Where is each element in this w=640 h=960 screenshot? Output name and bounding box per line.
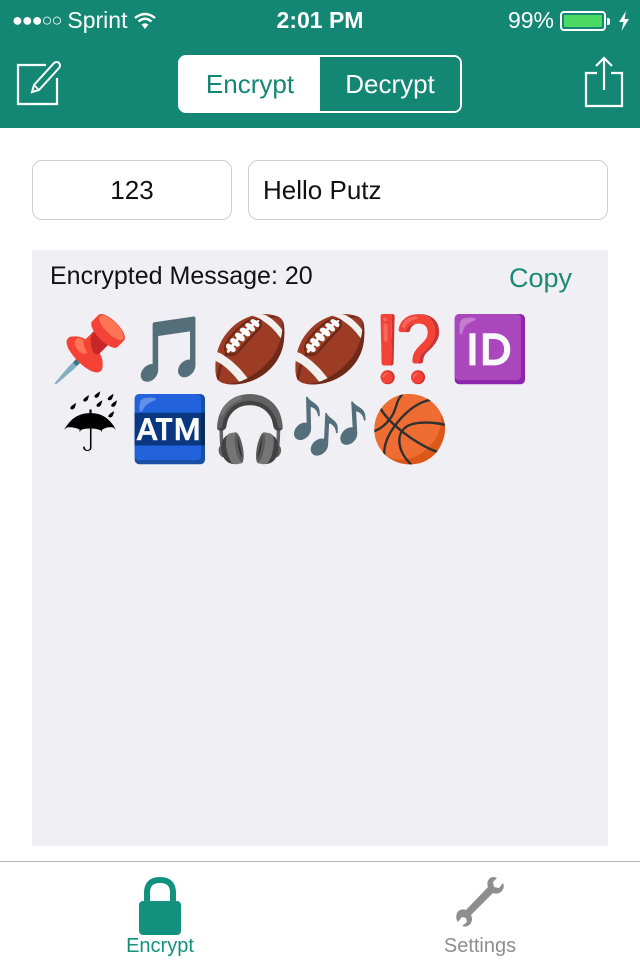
emoji-american-football: 🏈 bbox=[210, 313, 290, 387]
share-icon[interactable] bbox=[584, 56, 624, 108]
battery-icon bbox=[560, 10, 610, 31]
copy-button[interactable]: Copy bbox=[509, 263, 572, 294]
emoji-earphone: 🎧 bbox=[210, 393, 290, 467]
emoji-musical-notes: 🎶 bbox=[290, 393, 370, 467]
emoji-exclamation-question-mark: ⁉️ bbox=[370, 313, 450, 387]
message-input[interactable]: Hello Putz bbox=[248, 160, 608, 220]
status-right: 99% bbox=[508, 7, 630, 34]
tab-bar: Encrypt Settings bbox=[0, 861, 640, 960]
encrypted-message-label: Encrypted Message: 20 bbox=[50, 262, 313, 290]
navigation-bar: ●●●○○ Sprint 2:01 PM 99% Encrypt Decrypt bbox=[0, 0, 640, 128]
encrypted-output-panel: Encrypted Message: 20 Copy 📌 🎵 🏈 🏈 ⁉️ 🆔 ☔ 🏧 🎧 🎶 🏀 bbox=[32, 250, 608, 846]
status-bar: ●●●○○ Sprint 2:01 PM 99% bbox=[0, 0, 640, 40]
emoji-musical-note: 🎵 bbox=[130, 313, 210, 387]
emoji-pushpin: 📌 bbox=[50, 313, 130, 387]
wrench-icon bbox=[456, 877, 504, 927]
emoji-basketball: 🏀 bbox=[370, 393, 450, 467]
segment-decrypt[interactable]: Decrypt bbox=[320, 57, 460, 111]
emoji-american-football: 🏈 bbox=[290, 313, 370, 387]
emoji-list: 📌 🎵 🏈 🏈 ⁉️ 🆔 ☔ 🏧 🎧 🎶 🏀 bbox=[50, 310, 570, 470]
charging-bolt-icon bbox=[619, 10, 629, 31]
battery-fill bbox=[564, 14, 602, 27]
mode-segmented-control: Encrypt Decrypt bbox=[178, 55, 462, 113]
compose-icon[interactable] bbox=[16, 60, 62, 106]
tab-settings[interactable]: Settings bbox=[320, 862, 640, 960]
tab-encrypt[interactable]: Encrypt bbox=[0, 862, 320, 960]
key-input[interactable]: 123 bbox=[32, 160, 232, 220]
emoji-atm-sign: 🏧 bbox=[130, 393, 210, 467]
battery-percent: 99% bbox=[507, 7, 554, 33]
emoji-id-button: 🆔 bbox=[450, 313, 530, 387]
tab-encrypt-label: Encrypt bbox=[126, 935, 194, 957]
emoji-umbrella-with-rain: ☔ bbox=[61, 393, 119, 467]
tab-settings-label: Settings bbox=[443, 935, 517, 957]
segment-encrypt[interactable]: Encrypt bbox=[180, 57, 320, 111]
lock-icon bbox=[139, 876, 181, 935]
